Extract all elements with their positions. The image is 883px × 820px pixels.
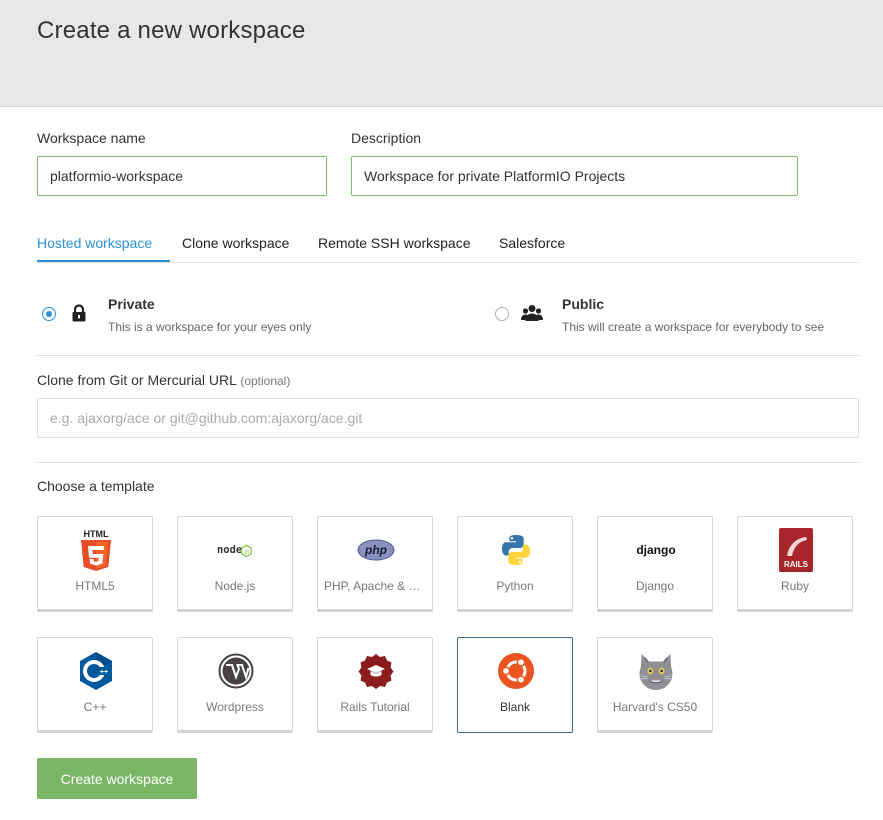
svg-text:js: js — [244, 548, 250, 555]
clone-url-optional: (optional) — [240, 374, 291, 388]
template-label: Wordpress — [206, 700, 264, 714]
tab-clone-workspace[interactable]: Clone workspace — [182, 226, 289, 262]
template-card-rails-tutorial[interactable]: Rails Tutorial — [317, 637, 433, 733]
template-card-ruby[interactable]: RAILS Ruby — [737, 516, 853, 612]
page-header: Create a new workspace — [0, 0, 883, 107]
template-card-python[interactable]: Python — [457, 516, 573, 612]
template-card-php[interactable]: php PHP, Apache & MySQL — [317, 516, 433, 612]
template-card-blank[interactable]: Blank — [457, 637, 573, 733]
nodejs-logo-text: node — [217, 544, 242, 556]
lock-icon — [71, 304, 87, 327]
public-radio[interactable] — [495, 307, 509, 321]
template-card-nodejs[interactable]: node js Node.js — [177, 516, 293, 612]
nodejs-icon: node js — [217, 531, 255, 569]
template-label: Harvard's CS50 — [612, 700, 698, 714]
template-label: Blank — [499, 700, 531, 714]
html5-icon: HTML — [77, 529, 115, 571]
workspace-name-input[interactable] — [37, 156, 327, 196]
rails-icon: RAILS — [777, 528, 815, 572]
create-workspace-button[interactable]: Create workspace — [37, 758, 197, 799]
private-title: Private — [108, 296, 155, 312]
django-icon: django — [636, 531, 676, 569]
divider — [37, 355, 859, 356]
description-label: Description — [351, 130, 422, 146]
ubuntu-icon — [497, 652, 535, 690]
private-description: This is a workspace for your eyes only — [108, 320, 312, 334]
clone-url-input[interactable] — [37, 398, 859, 438]
tab-hosted-workspace[interactable]: Hosted workspace — [37, 226, 170, 262]
template-card-django[interactable]: django Django — [597, 516, 713, 612]
clone-url-label: Clone from Git or Mercurial URL (optiona… — [37, 372, 290, 388]
tab-remote-ssh-workspace[interactable]: Remote SSH workspace — [318, 226, 471, 262]
users-icon — [521, 304, 543, 327]
svg-text:++: ++ — [100, 669, 108, 676]
rails-logo-text: RAILS — [784, 560, 809, 569]
template-card-cs50[interactable]: Harvard's CS50 — [597, 637, 713, 733]
template-card-html5[interactable]: HTML HTML5 — [37, 516, 153, 612]
django-logo-text: django — [636, 543, 676, 557]
cpp-icon: ++ — [77, 652, 115, 690]
template-card-cpp[interactable]: ++ C++ — [37, 637, 153, 733]
divider — [37, 462, 859, 463]
rails-tutorial-icon — [357, 652, 395, 690]
workspace-name-label: Workspace name — [37, 130, 146, 146]
template-label: Node.js — [214, 579, 256, 593]
python-icon — [497, 531, 535, 569]
public-description: This will create a workspace for everybo… — [562, 320, 825, 334]
template-label: PHP, Apache & MySQL — [324, 579, 426, 593]
cs50-cat-icon — [637, 652, 675, 690]
template-label: Rails Tutorial — [340, 700, 410, 714]
tab-salesforce[interactable]: Salesforce — [499, 226, 565, 262]
php-icon: php — [357, 531, 395, 569]
wordpress-icon — [217, 652, 255, 690]
template-label: HTML5 — [75, 579, 115, 593]
template-label: C++ — [83, 700, 107, 714]
page-title: Create a new workspace — [37, 17, 306, 44]
template-label: Django — [635, 579, 675, 593]
template-label: Ruby — [780, 579, 809, 593]
clone-url-label-text: Clone from Git or Mercurial URL — [37, 372, 237, 388]
private-radio[interactable] — [42, 307, 56, 321]
template-card-wordpress[interactable]: Wordpress — [177, 637, 293, 733]
template-label: Python — [496, 579, 534, 593]
workspace-type-tabs: Hosted workspace Clone workspace Remote … — [37, 226, 859, 263]
public-title: Public — [562, 296, 605, 312]
html5-logo-text: HTML — [84, 529, 109, 539]
php-logo-text: php — [364, 543, 387, 557]
description-input[interactable] — [351, 156, 798, 196]
choose-template-label: Choose a template — [37, 478, 155, 494]
